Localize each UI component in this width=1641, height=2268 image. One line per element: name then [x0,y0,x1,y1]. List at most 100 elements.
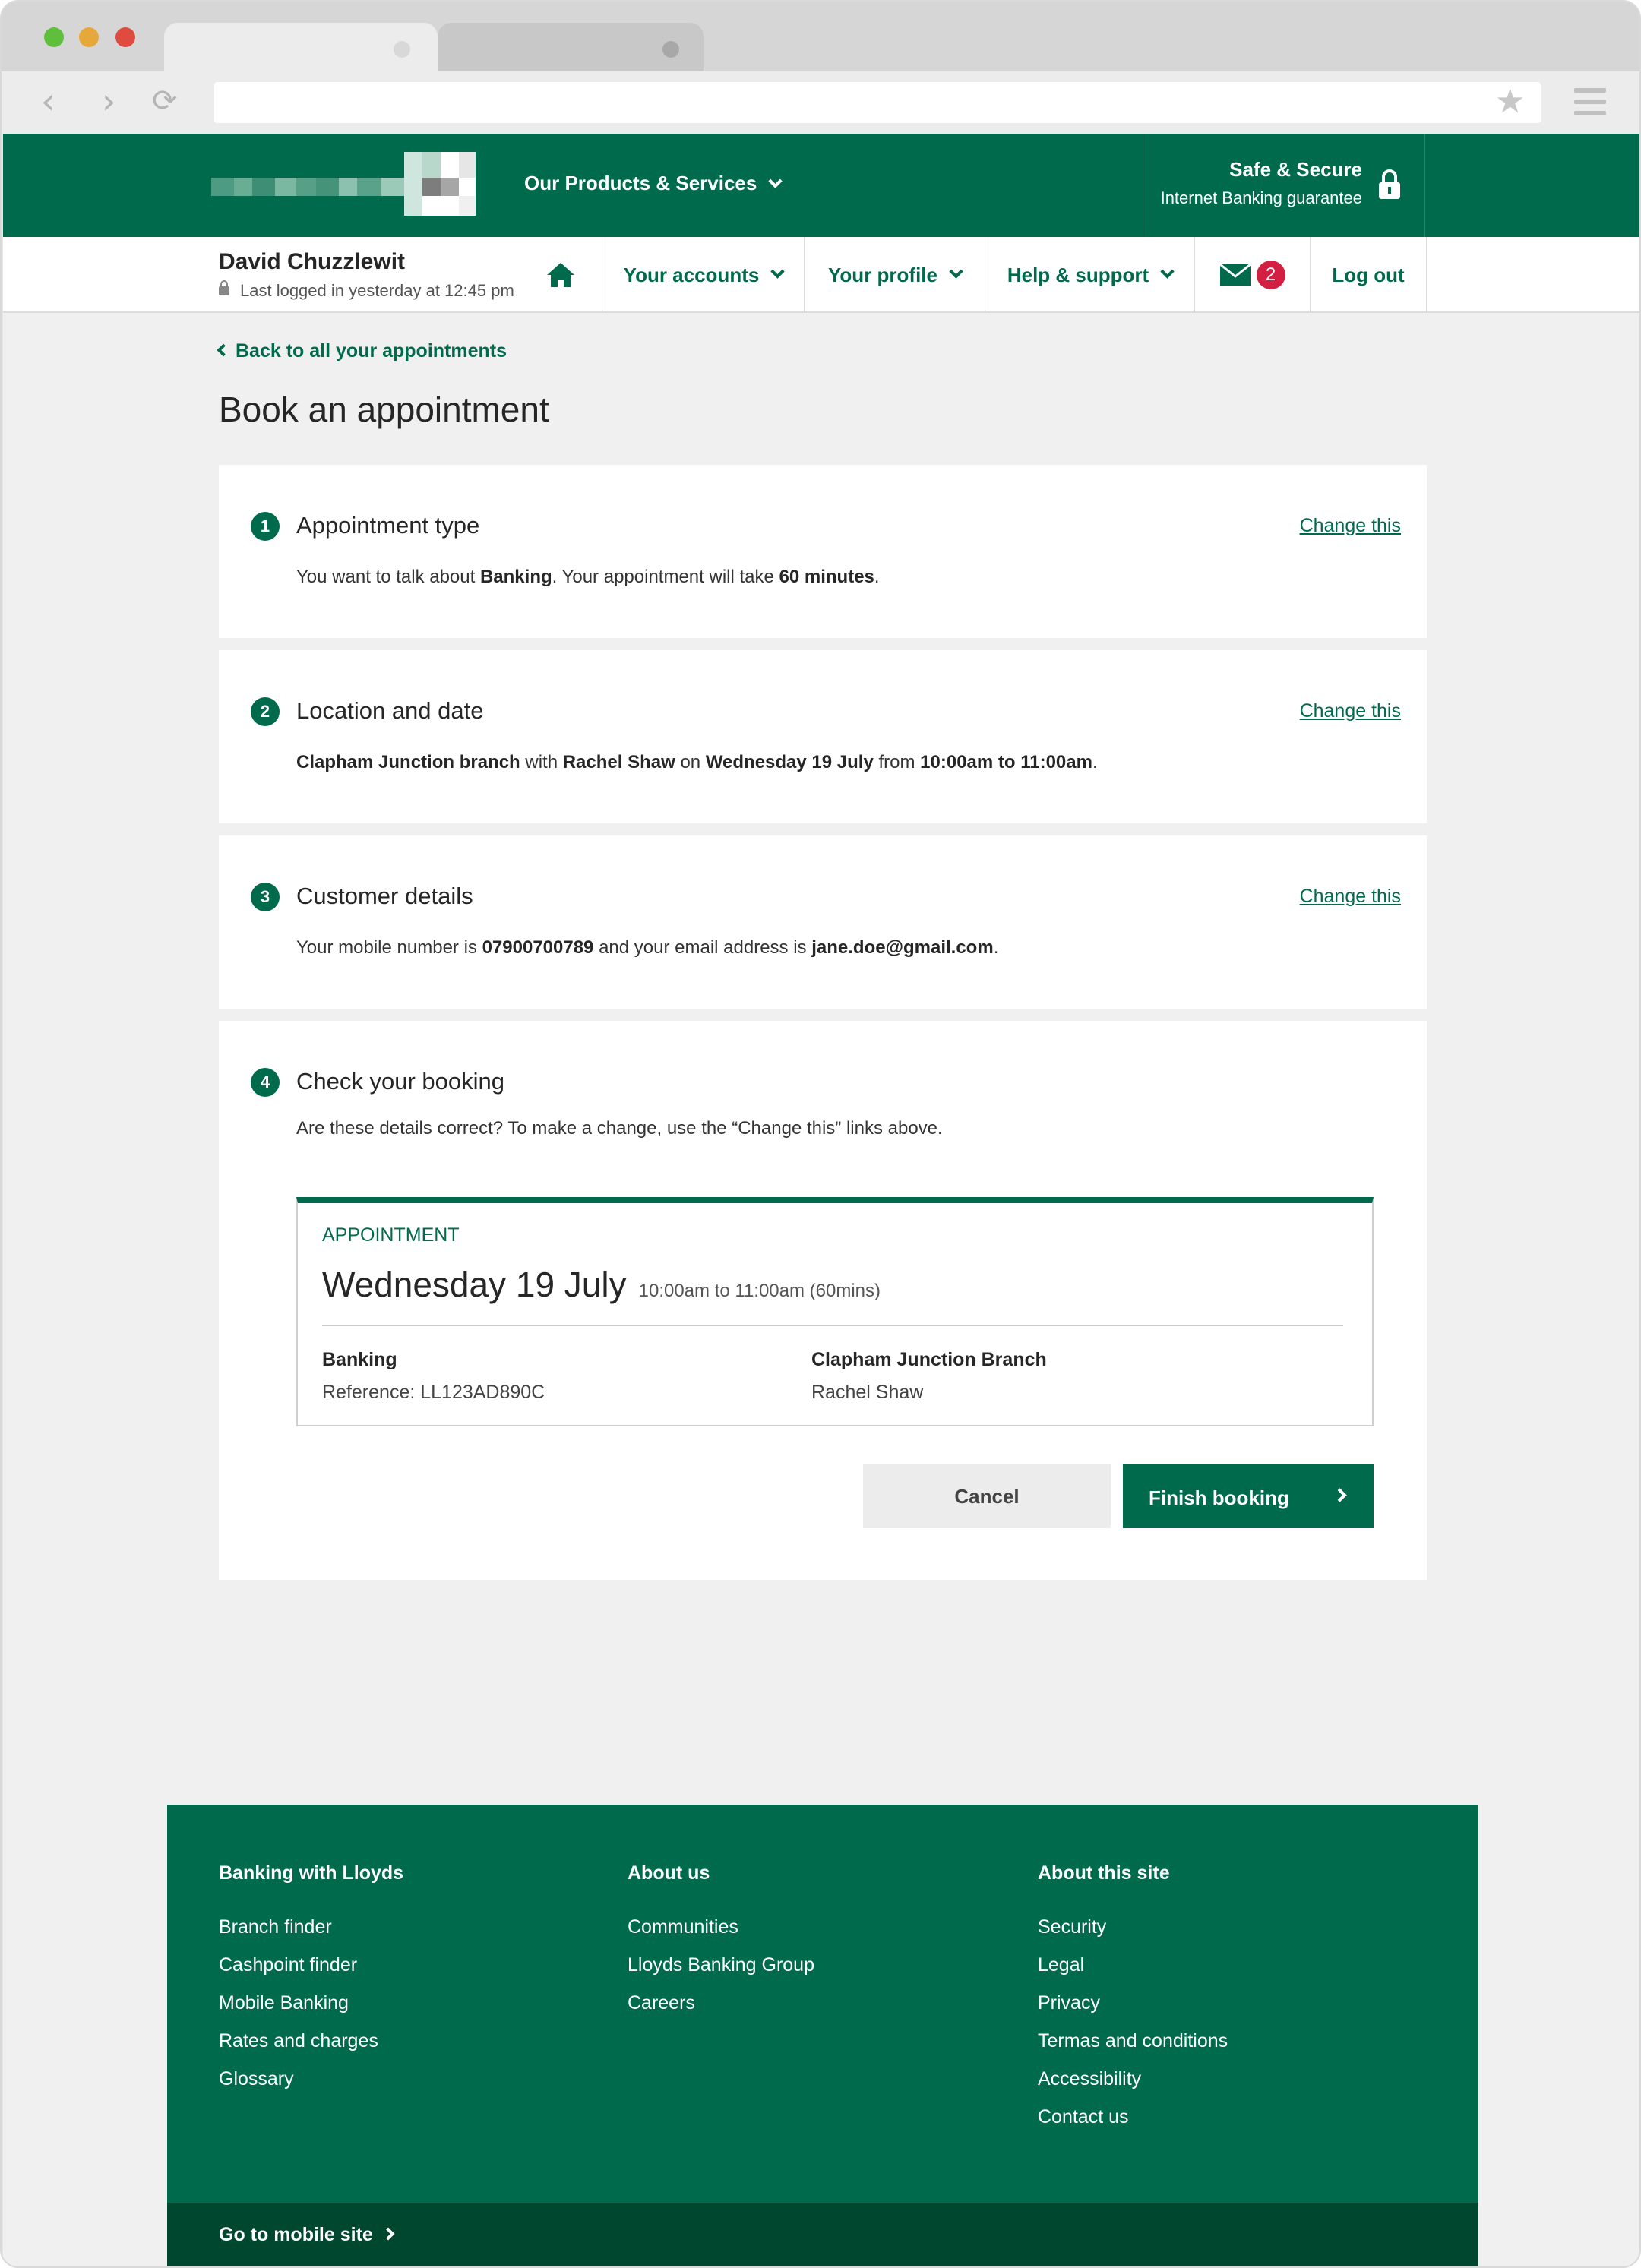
envelope-icon [1219,264,1251,286]
step-title: Customer details [296,883,473,909]
footer-link-contact-us[interactable]: Contact us [1038,2106,1228,2127]
summary-date: Wednesday 19 July 10:00am to 11:00am (60m… [322,1264,881,1305]
log-out-label: Log out [1332,263,1405,286]
desc-text: with [520,752,563,772]
footer-link-privacy[interactable]: Privacy [1038,1992,1228,2014]
desc-topic: Banking [479,567,552,587]
safe-secure-box[interactable]: Safe & Secure Internet Banking guarantee [1143,134,1425,237]
lock-icon [219,280,229,295]
chevron-left-icon [217,343,230,357]
site-header: Our Products & Services Safe & Secure In… [3,134,1639,237]
change-this-link[interactable]: Change this [1300,700,1401,722]
footer-link-glossary[interactable]: Glossary [219,2068,403,2090]
safe-secure-subtitle: Internet Banking guarantee [1160,188,1362,207]
messages-count-badge: 2 [1256,261,1285,289]
browser-back-icon[interactable]: ‹ [41,84,55,118]
step-title: Location and date [296,697,484,724]
bookmark-star-icon[interactable]: ★ [1495,84,1525,120]
home-icon[interactable] [545,261,576,289]
nav-your-accounts-label: Your accounts [623,263,760,286]
browser-tab-strip [2,2,1639,71]
change-this-link[interactable]: Change this [1300,515,1401,537]
summary-topic-col: Banking Reference: LL123AD890C [322,1349,545,1404]
footer-link-careers[interactable]: Careers [628,1992,814,2014]
products-menu[interactable]: Our Products & Services [524,172,783,195]
step-title: Check your booking [296,1068,504,1095]
cancel-button[interactable]: Cancel [863,1464,1111,1528]
footer-heading: About this site [1038,1862,1170,1884]
browser-forward-icon[interactable]: › [102,84,115,118]
step-card-appointment-type: 1 Appointment type Change this You want … [219,465,1427,638]
nav-log-out[interactable]: Log out [1310,237,1427,313]
step-description: You want to talk about Banking. Your app… [296,567,880,588]
desc-text: Your mobile number is [296,937,482,958]
footer-link-security[interactable]: Security [1038,1916,1228,1938]
chevron-down-icon [768,174,783,188]
footer-link-cashpoint-finder[interactable]: Cashpoint finder [219,1954,403,1976]
browser-toolbar: ‹ › ⟳ ★ [2,71,1639,134]
browser-reload-icon[interactable]: ⟳ [152,84,178,118]
step-description: Are these details correct? To make a cha… [296,1118,943,1139]
browser-menu-icon[interactable] [1574,88,1606,115]
footer-heading: About us [628,1862,710,1884]
bank-logo[interactable] [211,152,476,216]
desc-text: . Your appointment will take [552,567,779,587]
page-title: Book an appointment [219,390,549,429]
nav-your-profile[interactable]: Your profile [804,237,985,313]
nav-your-profile-label: Your profile [828,263,937,286]
tab-close-icon[interactable] [662,41,679,58]
products-menu-label: Our Products & Services [524,172,757,194]
browser-tab-active[interactable] [164,23,438,71]
footer-link-mobile-banking[interactable]: Mobile Banking [219,1992,403,2014]
footer-col-about-us: About us Communities Lloyds Banking Grou… [628,1862,814,2030]
footer-link-banking-group[interactable]: Lloyds Banking Group [628,1954,814,1976]
footer-link-legal[interactable]: Legal [1038,1954,1228,1976]
footer-col-banking: Banking with Lloyds Branch finder Cashpo… [219,1862,403,2106]
back-link-label: Back to all your appointments [236,340,507,362]
footer-link-rates-charges[interactable]: Rates and charges [219,2030,403,2052]
nav-help-support[interactable]: Help & support [985,237,1194,313]
desc-text: and your email address is [593,937,812,958]
summary-advisor: Rachel Shaw [811,1382,924,1403]
user-name: David Chuzzlewit [219,249,406,274]
footer-link-terms[interactable]: Termas and conditions [1038,2030,1228,2052]
nav-messages[interactable]: 2 [1194,237,1310,313]
desc-text: . [1092,752,1098,772]
step-card-location-date: 2 Location and date Change this Clapham … [219,650,1427,823]
browser-tab-inactive[interactable] [438,23,704,71]
chevron-right-icon [381,2227,395,2241]
step-card-check-booking: 4 Check your booking Are these details c… [219,1021,1427,1580]
desc-duration: 60 minutes [779,567,874,587]
desc-time: 10:00am to 11:00am [920,752,1092,772]
step-description: Your mobile number is 07900700789 and yo… [296,937,998,959]
finish-booking-label: Finish booking [1149,1486,1289,1509]
step-number-badge: 1 [251,512,280,541]
back-to-appointments-link[interactable]: Back to all your appointments [217,340,507,362]
summary-branch: Clapham Junction Branch [811,1349,1047,1370]
summary-topic: Banking [322,1349,397,1370]
browser-window: ‹ › ⟳ ★ Our Products & Services Safe & S… [0,0,1641,2268]
finish-booking-button[interactable]: Finish booking [1123,1464,1374,1528]
go-to-mobile-site-link[interactable]: Go to mobile site [219,2224,395,2246]
window-zoom-button[interactable] [44,27,64,47]
nav-your-accounts[interactable]: Your accounts [602,237,804,313]
desc-text: . [993,937,999,958]
window-close-button[interactable] [115,27,135,47]
window-minimize-button[interactable] [79,27,99,47]
address-bar[interactable] [214,82,1541,123]
nav-help-support-label: Help & support [1007,263,1149,286]
footer-link-accessibility[interactable]: Accessibility [1038,2068,1228,2090]
tab-close-icon[interactable] [394,41,410,58]
footer-link-branch-finder[interactable]: Branch finder [219,1916,403,1938]
chevron-down-icon [1160,264,1175,279]
change-this-link[interactable]: Change this [1300,886,1401,908]
summary-time: 10:00am to 11:00am (60mins) [638,1281,881,1301]
footer-link-communities[interactable]: Communities [628,1916,814,1938]
footer-bottom-bar: Go to mobile site [167,2203,1478,2266]
desc-text: on [675,752,706,772]
step-number-badge: 2 [251,697,280,726]
desc-date: Wednesday 19 July [705,752,874,772]
appointment-summary: APPOINTMENT Wednesday 19 July 10:00am to … [296,1197,1374,1426]
desc-text: . [874,567,880,587]
chevron-down-icon [770,264,786,279]
